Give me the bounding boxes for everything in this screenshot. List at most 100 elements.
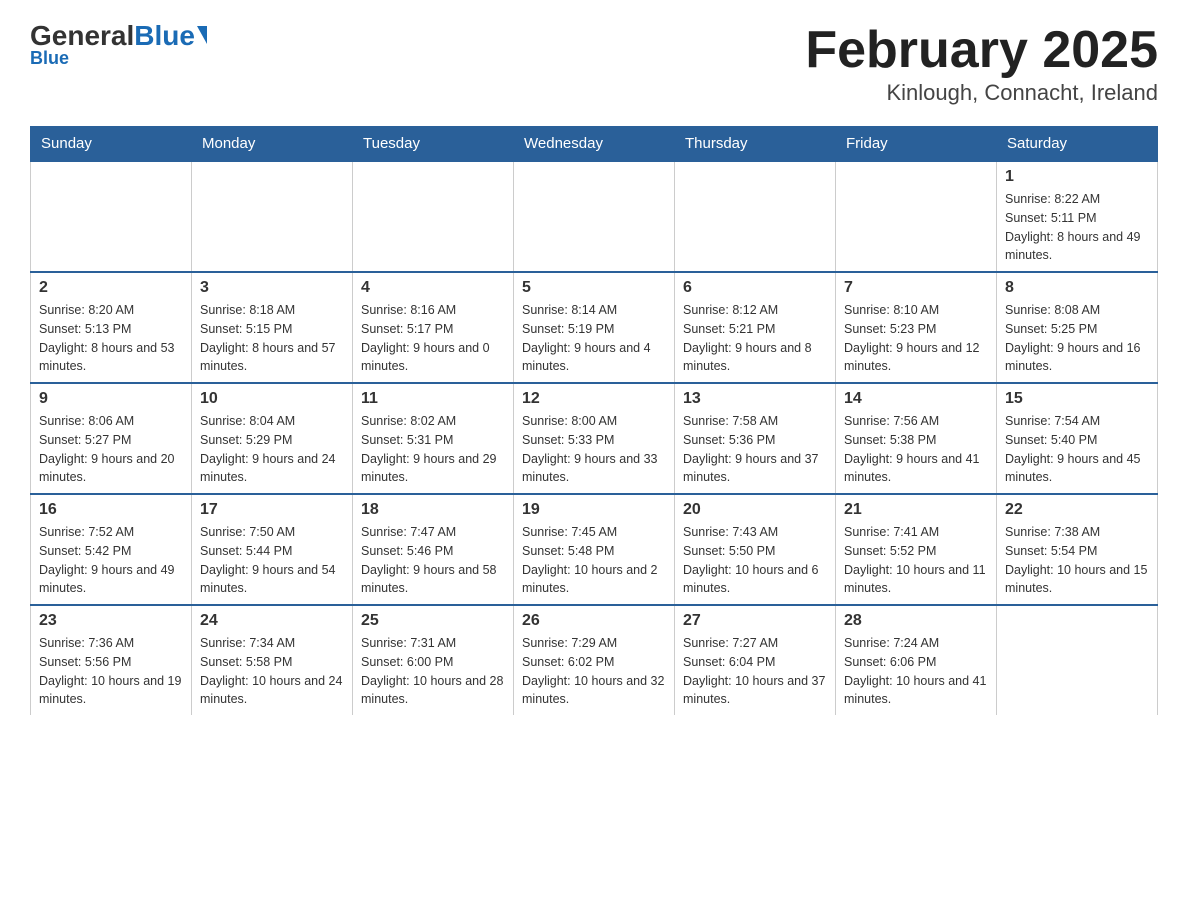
header-tuesday: Tuesday [353, 127, 514, 162]
day-info: Sunrise: 7:52 AMSunset: 5:42 PMDaylight:… [39, 523, 183, 598]
table-row [997, 605, 1158, 715]
day-info: Sunrise: 7:38 AMSunset: 5:54 PMDaylight:… [1005, 523, 1149, 598]
table-row: 4 Sunrise: 8:16 AMSunset: 5:17 PMDaylight… [353, 272, 514, 383]
table-row: 26 Sunrise: 7:29 AMSunset: 6:02 PMDayligh… [514, 605, 675, 715]
day-number: 24 [200, 612, 344, 630]
header-sunday: Sunday [31, 127, 192, 162]
day-number: 23 [39, 612, 183, 630]
table-row: 9Sunrise: 8:06 AMSunset: 5:27 PMDaylight… [31, 383, 192, 494]
day-number: 16 [39, 501, 183, 519]
day-info: Sunrise: 7:43 AMSunset: 5:50 PMDaylight:… [683, 523, 827, 598]
table-row: 19 Sunrise: 7:45 AMSunset: 5:48 PMDayligh… [514, 494, 675, 605]
day-info: Sunrise: 7:58 AMSunset: 5:36 PMDaylight:… [683, 412, 827, 487]
day-info: Sunrise: 8:12 AMSunset: 5:21 PMDaylight:… [683, 301, 827, 376]
table-row: 7 Sunrise: 8:10 AMSunset: 5:23 PMDaylight… [836, 272, 997, 383]
calendar-week-row: 16 Sunrise: 7:52 AMSunset: 5:42 PMDayligh… [31, 494, 1158, 605]
day-info: Sunrise: 7:50 AMSunset: 5:44 PMDaylight:… [200, 523, 344, 598]
day-info: Sunrise: 8:18 AMSunset: 5:15 PMDaylight:… [200, 301, 344, 376]
logo-blue: Blue [134, 20, 195, 52]
day-info: Sunrise: 7:47 AMSunset: 5:46 PMDaylight:… [361, 523, 505, 598]
table-row: 28 Sunrise: 7:24 AMSunset: 6:06 PMDayligh… [836, 605, 997, 715]
calendar-header-row: Sunday Monday Tuesday Wednesday Thursday… [31, 127, 1158, 162]
day-number: 4 [361, 279, 505, 297]
day-info: Sunrise: 8:22 AMSunset: 5:11 PMDaylight:… [1005, 190, 1149, 265]
day-number: 2 [39, 279, 183, 297]
day-number: 27 [683, 612, 827, 630]
day-info: Sunrise: 8:08 AMSunset: 5:25 PMDaylight:… [1005, 301, 1149, 376]
day-number: 20 [683, 501, 827, 519]
day-number: 9 [39, 390, 183, 408]
logo-subtitle: Blue [30, 48, 69, 69]
table-row: 2 Sunrise: 8:20 AMSunset: 5:13 PMDaylight… [31, 272, 192, 383]
table-row [836, 161, 997, 272]
day-info: Sunrise: 7:45 AMSunset: 5:48 PMDaylight:… [522, 523, 666, 598]
table-row: 13 Sunrise: 7:58 AMSunset: 5:36 PMDayligh… [675, 383, 836, 494]
day-info: Sunrise: 8:16 AMSunset: 5:17 PMDaylight:… [361, 301, 505, 376]
header-friday: Friday [836, 127, 997, 162]
day-number: 13 [683, 390, 827, 408]
day-info: Sunrise: 8:02 AMSunset: 5:31 PMDaylight:… [361, 412, 505, 487]
day-number: 25 [361, 612, 505, 630]
day-info: Sunrise: 7:34 AMSunset: 5:58 PMDaylight:… [200, 634, 344, 709]
day-info: Sunrise: 7:54 AMSunset: 5:40 PMDaylight:… [1005, 412, 1149, 487]
table-row: 25 Sunrise: 7:31 AMSunset: 6:00 PMDayligh… [353, 605, 514, 715]
day-info: Sunrise: 8:04 AMSunset: 5:29 PMDaylight:… [200, 412, 344, 487]
day-number: 21 [844, 501, 988, 519]
table-row: 17Sunrise: 7:50 AMSunset: 5:44 PMDayligh… [192, 494, 353, 605]
table-row [514, 161, 675, 272]
table-row: 16 Sunrise: 7:52 AMSunset: 5:42 PMDayligh… [31, 494, 192, 605]
page-title: February 2025 [805, 20, 1158, 80]
day-number: 7 [844, 279, 988, 297]
table-row: 18 Sunrise: 7:47 AMSunset: 5:46 PMDayligh… [353, 494, 514, 605]
calendar-week-row: 2 Sunrise: 8:20 AMSunset: 5:13 PMDaylight… [31, 272, 1158, 383]
day-number: 6 [683, 279, 827, 297]
logo: GeneralBlue Blue [30, 20, 207, 69]
calendar-week-row: 23 Sunrise: 7:36 AMSunset: 5:56 PMDayligh… [31, 605, 1158, 715]
header-thursday: Thursday [675, 127, 836, 162]
page-header: GeneralBlue Blue February 2025 Kinlough,… [30, 20, 1158, 106]
day-number: 28 [844, 612, 988, 630]
day-info: Sunrise: 8:00 AMSunset: 5:33 PMDaylight:… [522, 412, 666, 487]
day-info: Sunrise: 8:10 AMSunset: 5:23 PMDaylight:… [844, 301, 988, 376]
table-row: 27 Sunrise: 7:27 AMSunset: 6:04 PMDayligh… [675, 605, 836, 715]
page-subtitle: Kinlough, Connacht, Ireland [805, 80, 1158, 106]
table-row [675, 161, 836, 272]
day-info: Sunrise: 7:36 AMSunset: 5:56 PMDaylight:… [39, 634, 183, 709]
day-info: Sunrise: 7:56 AMSunset: 5:38 PMDaylight:… [844, 412, 988, 487]
table-row: 3Sunrise: 8:18 AMSunset: 5:15 PMDaylight… [192, 272, 353, 383]
table-row: 1Sunrise: 8:22 AMSunset: 5:11 PMDaylight… [997, 161, 1158, 272]
day-number: 19 [522, 501, 666, 519]
table-row [192, 161, 353, 272]
day-info: Sunrise: 7:31 AMSunset: 6:00 PMDaylight:… [361, 634, 505, 709]
table-row: 23 Sunrise: 7:36 AMSunset: 5:56 PMDayligh… [31, 605, 192, 715]
table-row: 5 Sunrise: 8:14 AMSunset: 5:19 PMDaylight… [514, 272, 675, 383]
table-row: 15Sunrise: 7:54 AMSunset: 5:40 PMDayligh… [997, 383, 1158, 494]
day-info: Sunrise: 7:41 AMSunset: 5:52 PMDaylight:… [844, 523, 988, 598]
table-row: 11 Sunrise: 8:02 AMSunset: 5:31 PMDayligh… [353, 383, 514, 494]
table-row: 10Sunrise: 8:04 AMSunset: 5:29 PMDayligh… [192, 383, 353, 494]
calendar-table: Sunday Monday Tuesday Wednesday Thursday… [30, 126, 1158, 715]
table-row: 14 Sunrise: 7:56 AMSunset: 5:38 PMDayligh… [836, 383, 997, 494]
day-info: Sunrise: 7:29 AMSunset: 6:02 PMDaylight:… [522, 634, 666, 709]
day-info: Sunrise: 7:27 AMSunset: 6:04 PMDaylight:… [683, 634, 827, 709]
day-number: 14 [844, 390, 988, 408]
day-number: 26 [522, 612, 666, 630]
header-monday: Monday [192, 127, 353, 162]
title-block: February 2025 Kinlough, Connacht, Irelan… [805, 20, 1158, 106]
day-number: 5 [522, 279, 666, 297]
table-row: 24 Sunrise: 7:34 AMSunset: 5:58 PMDayligh… [192, 605, 353, 715]
table-row: 22 Sunrise: 7:38 AMSunset: 5:54 PMDayligh… [997, 494, 1158, 605]
day-info: Sunrise: 8:20 AMSunset: 5:13 PMDaylight:… [39, 301, 183, 376]
day-info: Sunrise: 8:14 AMSunset: 5:19 PMDaylight:… [522, 301, 666, 376]
table-row [353, 161, 514, 272]
day-number: 8 [1005, 279, 1149, 297]
table-row: 20 Sunrise: 7:43 AMSunset: 5:50 PMDayligh… [675, 494, 836, 605]
day-info: Sunrise: 7:24 AMSunset: 6:06 PMDaylight:… [844, 634, 988, 709]
calendar-week-row: 9Sunrise: 8:06 AMSunset: 5:27 PMDaylight… [31, 383, 1158, 494]
day-number: 11 [361, 390, 505, 408]
day-number: 22 [1005, 501, 1149, 519]
day-number: 18 [361, 501, 505, 519]
table-row: 21 Sunrise: 7:41 AMSunset: 5:52 PMDayligh… [836, 494, 997, 605]
header-saturday: Saturday [997, 127, 1158, 162]
table-row: 12Sunrise: 8:00 AMSunset: 5:33 PMDayligh… [514, 383, 675, 494]
